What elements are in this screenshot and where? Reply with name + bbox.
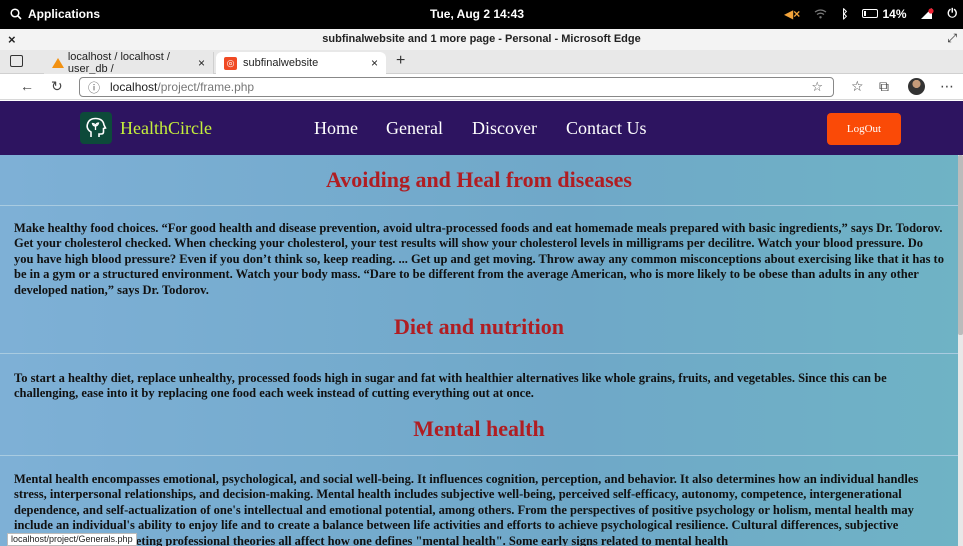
brain-sprout-logo-icon (80, 112, 112, 144)
applications-label: Applications (28, 7, 101, 21)
tab-title: localhost / localhost / user_db / (67, 51, 170, 75)
url-path: /project/frame.php (157, 80, 255, 94)
address-bar-row: ← ↻ ⓘ localhost/project/frame.php ☆ ☆ ⧉ … (0, 74, 963, 100)
brand-name: HealthCircle (120, 117, 212, 138)
applications-menu[interactable]: Applications (10, 7, 100, 21)
tab-strip: localhost / localhost / user_db / × ◎ su… (0, 50, 963, 75)
nav-general[interactable]: General (386, 118, 443, 139)
tab-phpmyadmin[interactable]: localhost / localhost / user_db / × (44, 51, 214, 75)
battery-indicator[interactable]: 14% (862, 6, 907, 21)
divider (0, 455, 958, 456)
nav-discover[interactable]: Discover (472, 118, 537, 139)
browser-title-bar: × subfinalwebsite and 1 more page - Pers… (0, 29, 963, 50)
back-arrow-icon[interactable]: ← (20, 78, 34, 94)
section-body: Mental health encompasses emotional, psy… (14, 472, 919, 546)
page-scrollbar[interactable] (958, 155, 963, 546)
search-icon (10, 8, 22, 20)
os-top-bar: Applications Tue, Aug 2 14:43 ◀× ᛒ 14% ⏻ (0, 0, 963, 29)
collections-icon[interactable]: ⧉ (879, 78, 889, 95)
site-favicon-icon: ◎ (224, 56, 237, 70)
add-favorite-icon[interactable]: ☆ (811, 79, 823, 95)
url-host: localhost (110, 80, 158, 94)
section-heading: Avoiding and Heal from diseases (326, 167, 632, 192)
clock[interactable]: Tue, Aug 2 14:43 (430, 7, 524, 21)
nav-contact-us[interactable]: Contact Us (566, 118, 647, 139)
address-input[interactable]: ⓘ localhost/project/frame.php ☆ (79, 77, 834, 97)
bluetooth-icon[interactable]: ᛒ (841, 7, 848, 21)
system-tray: ◀× ᛒ 14% ⏻ (784, 6, 957, 21)
logout-button[interactable]: LogOut (827, 113, 901, 145)
battery-icon (862, 9, 879, 18)
tab-close-icon[interactable]: × (371, 56, 378, 70)
phpmyadmin-favicon-icon (52, 58, 64, 68)
battery-percent: 14% (882, 6, 907, 21)
restore-icon[interactable]: ⤢ (947, 31, 957, 46)
divider (0, 353, 958, 354)
nav-home[interactable]: Home (314, 118, 358, 139)
profile-avatar[interactable] (908, 78, 925, 95)
info-icon[interactable]: ⓘ (88, 79, 100, 96)
section-heading: Diet and nutrition (394, 314, 564, 339)
section-body: To start a healthy diet, replace unhealt… (14, 371, 887, 401)
page-content: Avoiding and Heal from diseases Make hea… (0, 155, 958, 546)
new-tab-button[interactable]: + (396, 52, 405, 70)
site-navbar: HealthCircle Home General Discover Conta… (0, 101, 963, 155)
more-menu-icon[interactable]: ⋯ (940, 78, 954, 95)
status-link-preview: localhost/project/Generals.php (7, 533, 137, 546)
wifi-icon[interactable] (814, 8, 827, 19)
section-body: Make healthy food choices. “For good hea… (14, 221, 944, 297)
power-icon[interactable]: ⏻ (948, 6, 958, 21)
favorites-icon[interactable]: ☆ (851, 78, 864, 95)
tab-close-icon[interactable]: × (198, 56, 205, 70)
refresh-icon[interactable]: ↻ (51, 78, 63, 95)
volume-muted-icon[interactable]: ◀× (784, 7, 800, 21)
window-title: subfinalwebsite and 1 more page - Person… (322, 33, 641, 45)
tab-subfinalwebsite[interactable]: ◎ subfinalwebsite × (216, 52, 386, 74)
scrollbar-thumb[interactable] (958, 155, 963, 335)
section-heading: Mental health (413, 416, 545, 441)
brand[interactable]: HealthCircle (80, 112, 212, 144)
tab-actions-icon[interactable] (10, 55, 23, 67)
network-alert-icon[interactable] (920, 7, 934, 20)
divider (0, 205, 958, 206)
tab-title: subfinalwebsite (243, 57, 319, 69)
